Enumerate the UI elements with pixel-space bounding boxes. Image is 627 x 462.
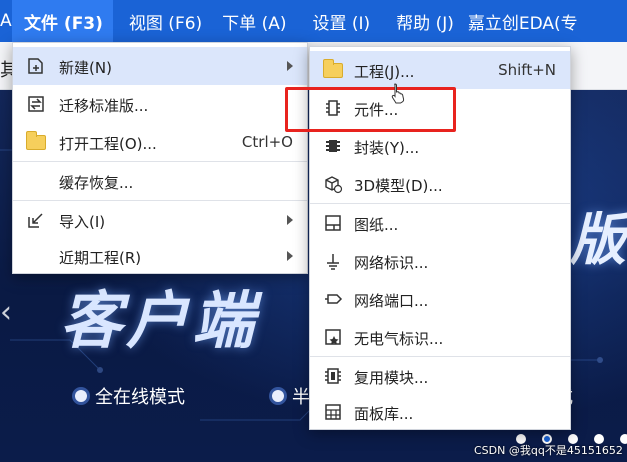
mode-label: 全在线模式 (95, 387, 185, 408)
file-menu-recent[interactable]: 近期工程(R) (13, 237, 307, 275)
file-menu-import[interactable]: 导入(I) (13, 201, 307, 239)
menu-view[interactable]: 视图 (F6) (113, 0, 202, 42)
panel-library-icon (322, 402, 344, 422)
menu-item-a[interactable]: A (0, 0, 12, 42)
mode-online: 全在线模式 (75, 383, 185, 409)
menu-settings[interactable]: 设置 (I) (286, 0, 370, 42)
bullet-icon (75, 390, 87, 402)
hand-cursor-icon (391, 83, 405, 104)
file-menu-new[interactable]: 新建(N) (13, 47, 307, 85)
carousel-prev-icon[interactable]: ‹ (0, 295, 12, 330)
net-port-icon (322, 289, 344, 309)
new-file-icon (25, 56, 47, 76)
migrate-icon (25, 94, 47, 114)
menu-item-label: 设置 (I) (312, 13, 371, 34)
new-sheet[interactable]: 图纸... (310, 204, 570, 242)
submenu-arrow-icon (287, 251, 293, 261)
menu-file[interactable]: 文件 (F3) (12, 0, 113, 42)
file-menu-migrate[interactable]: 迁移标准版... (13, 85, 307, 123)
file-menu: 新建(N) 迁移标准版... 打开工程(O)... Ctrl+O 缓存恢复...… (12, 42, 308, 274)
menu-item-label: 下单 (A) (222, 13, 287, 34)
menu-item-label: A (0, 11, 12, 31)
menu-item-label: 文件 (F3) (24, 13, 103, 34)
menu-item-label: 复用模块... (354, 369, 429, 387)
menu-item-label: 网络端口... (354, 292, 429, 310)
bullet-icon (272, 390, 284, 402)
new-3d-model[interactable]: 3D模型(D)... (310, 165, 570, 203)
menu-item-label: 打开工程(O)... (59, 135, 157, 153)
no-electrical-icon (322, 327, 344, 347)
menu-item-label: 近期工程(R) (59, 249, 142, 267)
menu-item-label: 新建(N) (59, 59, 112, 77)
mode-label: 半 (292, 387, 310, 408)
new-footprint[interactable]: 封装(Y)... (310, 127, 570, 165)
new-net-label[interactable]: 网络标识... (310, 242, 570, 280)
new-project[interactable]: 工程(J)... Shift+N (310, 51, 570, 89)
mode-half: 半 (272, 383, 310, 409)
menu-item-label: 视图 (F6) (128, 13, 203, 34)
3d-model-icon (322, 174, 344, 194)
footprint-icon (322, 136, 344, 156)
new-panel-library[interactable]: 面板库... (310, 393, 570, 431)
menu-item-label: 帮助 (J) (396, 13, 454, 34)
menu-item-label: 封装(Y)... (354, 139, 420, 157)
file-menu-cache-restore[interactable]: 缓存恢复... (13, 162, 307, 200)
new-no-electrical[interactable]: 无电气标识... (310, 318, 570, 356)
menu-edition[interactable]: 嘉立创EDA(专 (454, 0, 578, 42)
menu-item-label: 迁移标准版... (59, 97, 149, 115)
new-net-port[interactable]: 网络端口... (310, 280, 570, 318)
menu-item-label: 嘉立创EDA(专 (467, 13, 578, 34)
menu-item-label: 缓存恢复... (59, 174, 134, 192)
menu-order[interactable]: 下单 (A) (202, 0, 286, 42)
menu-item-label: 图纸... (354, 216, 399, 234)
new-reuse-module[interactable]: 复用模块... (310, 357, 570, 395)
menu-item-label: 导入(I) (59, 213, 106, 231)
sheet-icon (322, 213, 344, 233)
menubar: A 文件 (F3) 视图 (F6) 下单 (A) 设置 (I) 帮助 (J) 嘉… (0, 0, 627, 42)
folder-icon (25, 130, 47, 152)
banner-title-right: 版 (570, 208, 626, 273)
menu-item-label: 工程(J)... (354, 63, 415, 81)
submenu-arrow-icon (287, 215, 293, 225)
shortcut-label: Ctrl+O (241, 133, 293, 151)
reuse-module-icon (322, 366, 344, 386)
watermark: CSDN @我qq不是45151652 (474, 444, 623, 457)
submenu-arrow-icon (287, 61, 293, 71)
menu-help[interactable]: 帮助 (J) (370, 0, 454, 42)
banner-title: 客户端 (60, 284, 259, 357)
menu-item-label: 无电气标识... (354, 330, 444, 348)
shortcut-label: Shift+N (498, 61, 556, 79)
menu-item-label: 网络标识... (354, 254, 429, 272)
folder-icon (322, 58, 344, 80)
file-menu-open-project[interactable]: 打开工程(O)... Ctrl+O (13, 123, 307, 161)
annotation-highlight-box (285, 87, 456, 132)
menu-item-label: 面板库... (354, 405, 414, 423)
menu-item-label: 3D模型(D)... (354, 177, 443, 195)
net-label-icon (322, 251, 344, 271)
import-icon (25, 210, 47, 230)
